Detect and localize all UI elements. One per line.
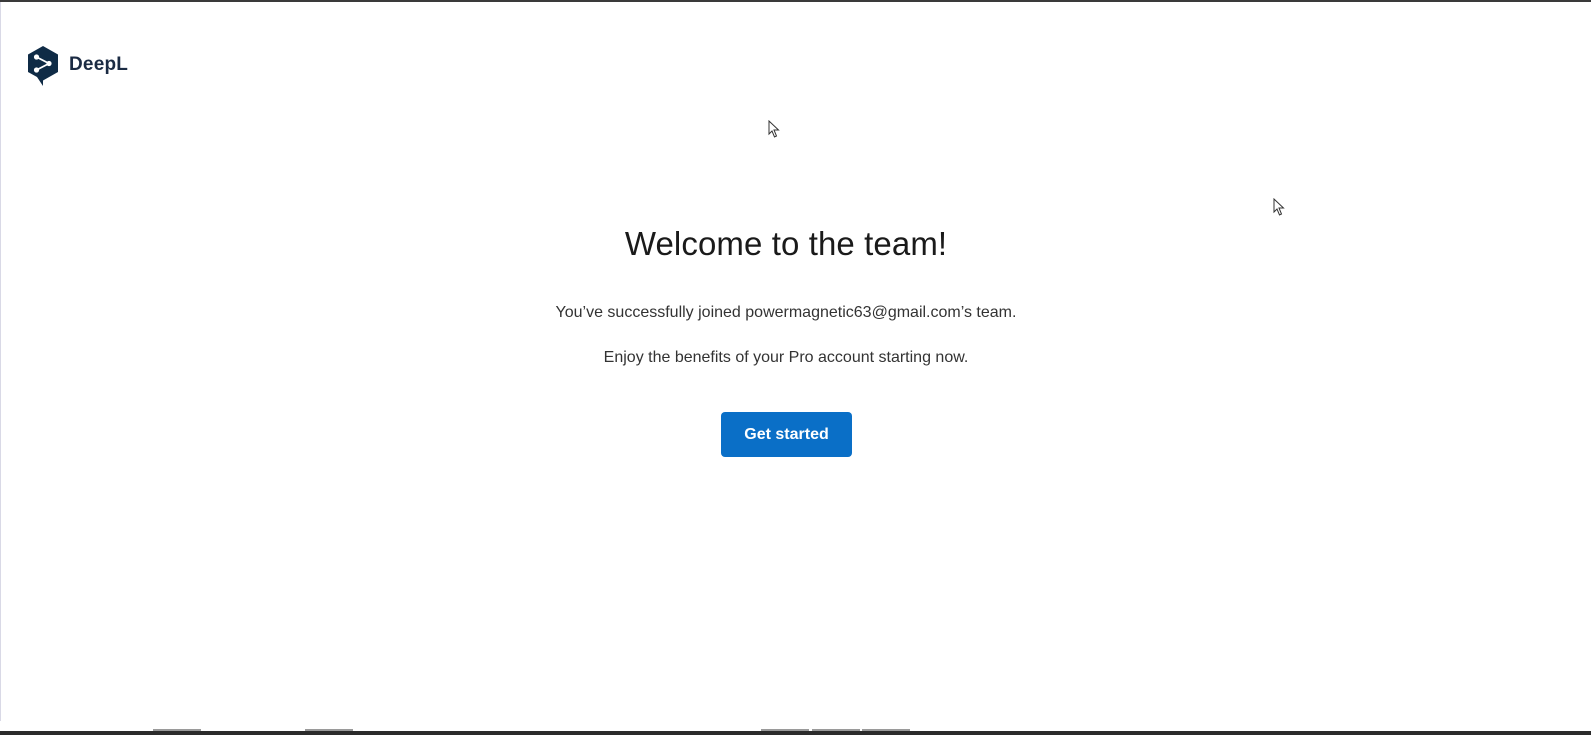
site-header: DeepL (26, 44, 128, 88)
right-margin (1572, 2, 1591, 735)
brand-name: DeepL (69, 54, 129, 75)
taskbar-line (0, 731, 1591, 735)
pro-benefits-message: Enjoy the benefits of your Pro account s… (603, 349, 969, 366)
mouse-cursor-icon (768, 120, 780, 138)
page-title: Welcome to the team! (624, 225, 948, 262)
deepl-logo-icon (28, 46, 58, 86)
taskbar-strip (0, 721, 1591, 735)
mouse-cursor-icon (1273, 198, 1285, 216)
deepl-logo-link[interactable]: DeepL (26, 45, 128, 87)
welcome-page: DeepL Welcome to the team! You’ve succes… (0, 0, 1591, 735)
get-started-button[interactable]: Get started (721, 412, 852, 457)
joined-team-message: You’ve successfully joined powermagnetic… (555, 304, 1017, 321)
left-border (0, 2, 1, 735)
